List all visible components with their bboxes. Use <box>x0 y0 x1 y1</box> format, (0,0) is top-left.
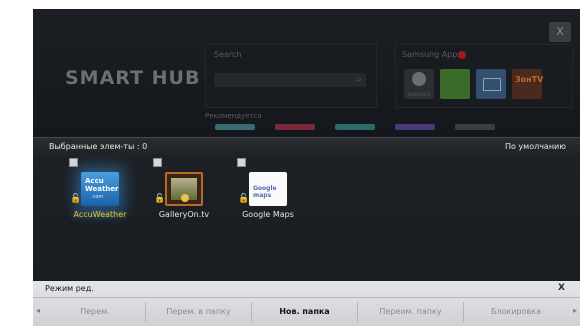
recommended-app[interactable] <box>215 124 255 130</box>
google-maps-icon: Google maps <box>249 172 287 206</box>
select-checkbox[interactable] <box>69 158 78 167</box>
google-maps-icon-text: Google maps <box>253 185 277 199</box>
arrow-left-icon[interactable]: ◂ <box>36 306 40 315</box>
search-label: Search <box>214 50 242 59</box>
app-tile-google-maps[interactable]: Google maps 🔓 Google Maps <box>237 158 297 228</box>
smart-hub-logo-text: SMART HUB <box>65 67 201 89</box>
recommend-label: Рекомендуется <box>205 112 262 120</box>
smart-hub-logo: SMART HUB <box>65 67 200 89</box>
samsung-app-mail[interactable] <box>476 69 506 99</box>
search-icon: ⌕ <box>356 74 362 85</box>
favorites-panel: Выбранные элем-ты : 0 По умолчанию Accu … <box>33 137 580 282</box>
gallery-badge-icon <box>181 194 189 202</box>
recommended-app[interactable] <box>275 124 315 130</box>
hub-top-area: X SMART HUB Search ⌕ Samsung Apps SUNDAN… <box>33 9 580 137</box>
edit-mode-title: Режим ред. <box>45 284 94 293</box>
menu-item-rename-folder[interactable]: Переим. папку <box>358 298 463 326</box>
samsung-app-caption: ЗонТV <box>515 75 544 84</box>
lock-icon: 🔓 <box>70 194 82 204</box>
envelope-icon <box>483 78 501 91</box>
samsung-apps-label: Samsung Apps <box>402 50 462 59</box>
select-checkbox[interactable] <box>237 158 246 167</box>
edit-mode-close-button[interactable]: X <box>558 283 565 293</box>
samsung-app-tv[interactable]: ЗонТV <box>512 69 544 99</box>
samsung-apps-panel[interactable]: Samsung Apps SUNDANCE ЗонТV <box>395 44 573 108</box>
close-hub-button[interactable]: X <box>549 22 571 42</box>
app-label: GalleryOn.tv <box>158 210 210 219</box>
gallery-icon <box>165 172 203 206</box>
samsung-app-caption: SUNDANCE <box>407 92 431 97</box>
samsung-app-green[interactable] <box>440 69 470 99</box>
sort-dropdown[interactable]: По умолчанию <box>505 142 566 151</box>
menu-item-new-folder[interactable]: Нов. папка <box>252 298 357 326</box>
ball-icon <box>412 72 426 86</box>
lock-icon: 🔓 <box>238 194 250 204</box>
search-input[interactable]: ⌕ <box>214 73 366 87</box>
accuweather-icon-line3: .com <box>91 194 104 200</box>
accuweather-icon-line2: Weather <box>85 185 119 193</box>
samsung-apps-badge <box>458 51 466 59</box>
app-label: Google Maps <box>242 210 294 219</box>
accuweather-icon-line1: Accu <box>85 177 104 185</box>
menu-item-move-to-folder[interactable]: Перем. в папку <box>146 298 251 326</box>
selected-count: Выбранные элем-ты : 0 <box>49 142 148 151</box>
recommended-app[interactable] <box>335 124 375 130</box>
recommended-app[interactable] <box>455 124 495 130</box>
smart-hub-screen: X SMART HUB Search ⌕ Samsung Apps SUNDAN… <box>33 9 580 326</box>
edit-mode-bar: Режим ред. X ◂ Перем. Перем. в папку Нов… <box>33 281 580 326</box>
app-tile-galleryon[interactable]: 🔓 GalleryOn.tv <box>153 158 213 228</box>
menu-item-lock[interactable]: Блокировка <box>464 298 568 326</box>
lock-icon: 🔓 <box>154 194 166 204</box>
recommended-app[interactable] <box>395 124 435 130</box>
app-label: AccuWeather <box>73 210 127 219</box>
select-checkbox[interactable] <box>153 158 162 167</box>
app-tile-accuweather[interactable]: Accu Weather .com 🔓 AccuWeather <box>69 158 129 228</box>
edit-menu: ◂ Перем. Перем. в папку Нов. папка Переи… <box>33 298 580 326</box>
arrow-right-icon[interactable]: ▸ <box>573 306 577 315</box>
samsung-app-ball[interactable]: SUNDANCE <box>404 69 434 99</box>
search-panel[interactable]: Search ⌕ <box>205 44 377 108</box>
accuweather-icon: Accu Weather .com <box>81 172 119 206</box>
menu-item-move[interactable]: Перем. <box>45 298 145 326</box>
